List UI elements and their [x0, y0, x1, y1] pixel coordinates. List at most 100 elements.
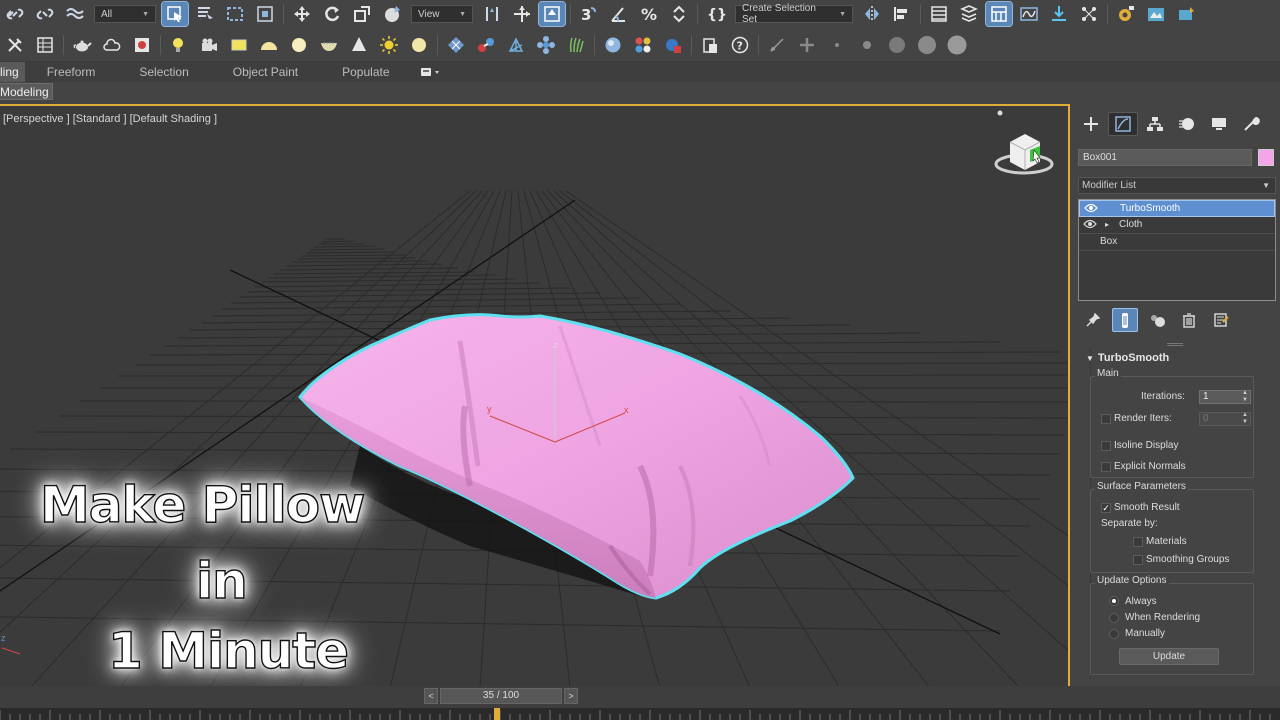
iterations-spinner[interactable]: 1 ▲ ▼	[1199, 390, 1251, 404]
brush-size-s-icon[interactable]	[854, 33, 880, 57]
render-map-icon[interactable]	[660, 33, 686, 57]
plane-primitive-icon[interactable]	[226, 33, 252, 57]
stack-item-cloth[interactable]: ▸ Cloth	[1079, 217, 1275, 234]
tools-icon[interactable]	[2, 33, 28, 57]
bowl-icon[interactable]	[316, 33, 342, 57]
brush-size-l-icon[interactable]	[914, 33, 940, 57]
hierarchy-tab-icon[interactable]	[1140, 112, 1170, 136]
viewcube-icon[interactable]	[994, 110, 1054, 175]
add-point-icon[interactable]	[794, 33, 820, 57]
toggle-ribbon-icon[interactable]	[985, 1, 1013, 27]
update-when-rendering-radio[interactable]	[1109, 613, 1119, 623]
align-icon[interactable]	[889, 2, 915, 26]
sun-icon[interactable]	[376, 33, 402, 57]
select-and-rotate-icon[interactable]	[319, 2, 345, 26]
viewport-label[interactable]: [Perspective ] [Standard ] [Default Shad…	[3, 113, 217, 125]
modify-tab-icon[interactable]	[1108, 112, 1138, 136]
pin-stack-icon[interactable]	[1080, 308, 1106, 332]
select-and-move-icon[interactable]	[289, 2, 315, 26]
motion-tab-icon[interactable]	[1172, 112, 1202, 136]
isoline-display-checkbox[interactable]	[1101, 441, 1111, 451]
render-production-icon[interactable]	[1173, 2, 1199, 26]
pillow-mesh[interactable]	[298, 313, 855, 600]
angle-snap-toggle-icon[interactable]	[606, 2, 632, 26]
smooth-result-checkbox[interactable]: ✓	[1101, 503, 1111, 513]
materials-checkbox[interactable]	[1133, 537, 1143, 547]
rollout-header[interactable]: ▼ TurboSmooth	[1086, 352, 1169, 364]
camera-icon[interactable]	[196, 33, 222, 57]
create-selection-set-dropdown[interactable]: Create Selection Set ▼	[735, 3, 853, 25]
spinner-snap-toggle-icon[interactable]	[666, 2, 692, 26]
image-plane-icon[interactable]	[129, 33, 155, 57]
tab-object-paint[interactable]: Object Paint	[211, 62, 320, 82]
update-button[interactable]: Update	[1119, 648, 1219, 665]
render-iters-spinner[interactable]: 0 ▲ ▼	[1199, 412, 1251, 426]
sky-icon[interactable]	[406, 33, 432, 57]
pen-tool-icon[interactable]	[764, 33, 790, 57]
link-icon[interactable]	[2, 2, 28, 26]
display-tab-icon[interactable]	[1204, 112, 1234, 136]
spreadsheet-icon[interactable]	[32, 33, 58, 57]
cone-icon[interactable]	[346, 33, 372, 57]
window-crossing-icon[interactable]	[252, 2, 278, 26]
select-and-manipulate-icon[interactable]	[509, 2, 535, 26]
select-and-place-icon[interactable]	[379, 2, 405, 26]
brush-size-xs-icon[interactable]	[824, 33, 850, 57]
hair-icon[interactable]	[563, 33, 589, 57]
cloud-icon[interactable]	[99, 33, 125, 57]
select-object-icon[interactable]	[161, 1, 189, 27]
modifier-list-dropdown[interactable]: Modifier List ▼	[1078, 177, 1276, 194]
create-tab-icon[interactable]	[1076, 112, 1106, 136]
teapot-icon[interactable]	[69, 33, 95, 57]
expand-triangle-icon[interactable]: ▸	[1105, 217, 1109, 233]
stack-item-box[interactable]: Box	[1079, 234, 1275, 251]
glass-sphere-icon[interactable]	[600, 33, 626, 57]
scene-explorer-icon[interactable]	[926, 2, 952, 26]
snaps-toggle-icon[interactable]: 3	[576, 2, 602, 26]
time-slider[interactable]: < 35 / 100 >	[424, 688, 578, 704]
stack-item-turbosmooth[interactable]: TurboSmooth	[1079, 200, 1275, 217]
tab-populate[interactable]: Populate	[320, 62, 411, 82]
molecule-icon[interactable]	[473, 33, 499, 57]
schematic-view-icon[interactable]	[1046, 2, 1072, 26]
rendered-frame-window-icon[interactable]	[1143, 2, 1169, 26]
time-slider-thumb[interactable]: 35 / 100	[440, 688, 562, 704]
show-end-result-icon[interactable]	[1112, 308, 1138, 332]
unlink-icon[interactable]	[32, 2, 58, 26]
render-iters-checkbox[interactable]	[1101, 414, 1111, 424]
paste-icon[interactable]	[697, 33, 723, 57]
mirror-icon[interactable]	[859, 2, 885, 26]
update-manually-radio[interactable]	[1109, 629, 1119, 639]
sphere-icon[interactable]	[286, 33, 312, 57]
viewport-scene[interactable]: z x y z	[0, 106, 1070, 686]
edit-named-selection-icon[interactable]: {}	[703, 2, 729, 26]
material-editor-icon[interactable]	[1076, 2, 1102, 26]
current-frame-marker[interactable]	[494, 708, 500, 720]
tab-modeling[interactable]: ling	[0, 62, 25, 82]
ribbon-menu-icon[interactable]	[420, 65, 442, 79]
dome-icon[interactable]	[256, 33, 282, 57]
light-bulb-icon[interactable]	[166, 33, 192, 57]
bind-space-warp-icon[interactable]	[62, 2, 88, 26]
ik-chain-icon[interactable]	[503, 33, 529, 57]
use-pivot-point-icon[interactable]	[479, 2, 505, 26]
perspective-viewport[interactable]: z x y z [Perspective ] [Standard ] [Defa…	[0, 104, 1070, 686]
next-frame-button[interactable]: >	[564, 688, 578, 704]
layer-explorer-icon[interactable]	[956, 2, 982, 26]
flower-icon[interactable]	[533, 33, 559, 57]
object-color-swatch[interactable]	[1258, 149, 1274, 166]
render-setup-icon[interactable]	[1113, 2, 1139, 26]
prev-frame-button[interactable]: <	[424, 688, 438, 704]
utilities-tab-icon[interactable]	[1236, 112, 1266, 136]
update-always-radio[interactable]	[1109, 596, 1119, 606]
make-unique-icon[interactable]	[1144, 308, 1170, 332]
configure-modifier-sets-icon[interactable]	[1208, 308, 1234, 332]
reference-coord-dropdown[interactable]: View ▼	[411, 5, 473, 23]
ribbon-panel-label[interactable]: Modeling	[0, 83, 53, 100]
keyboard-shortcut-override-icon[interactable]	[538, 1, 566, 27]
panel-splitter[interactable]	[1167, 343, 1183, 346]
select-and-scale-icon[interactable]	[349, 2, 375, 26]
smoothing-groups-checkbox[interactable]	[1133, 555, 1143, 565]
rect-selection-region-icon[interactable]	[222, 2, 248, 26]
explicit-normals-checkbox[interactable]	[1101, 462, 1111, 472]
